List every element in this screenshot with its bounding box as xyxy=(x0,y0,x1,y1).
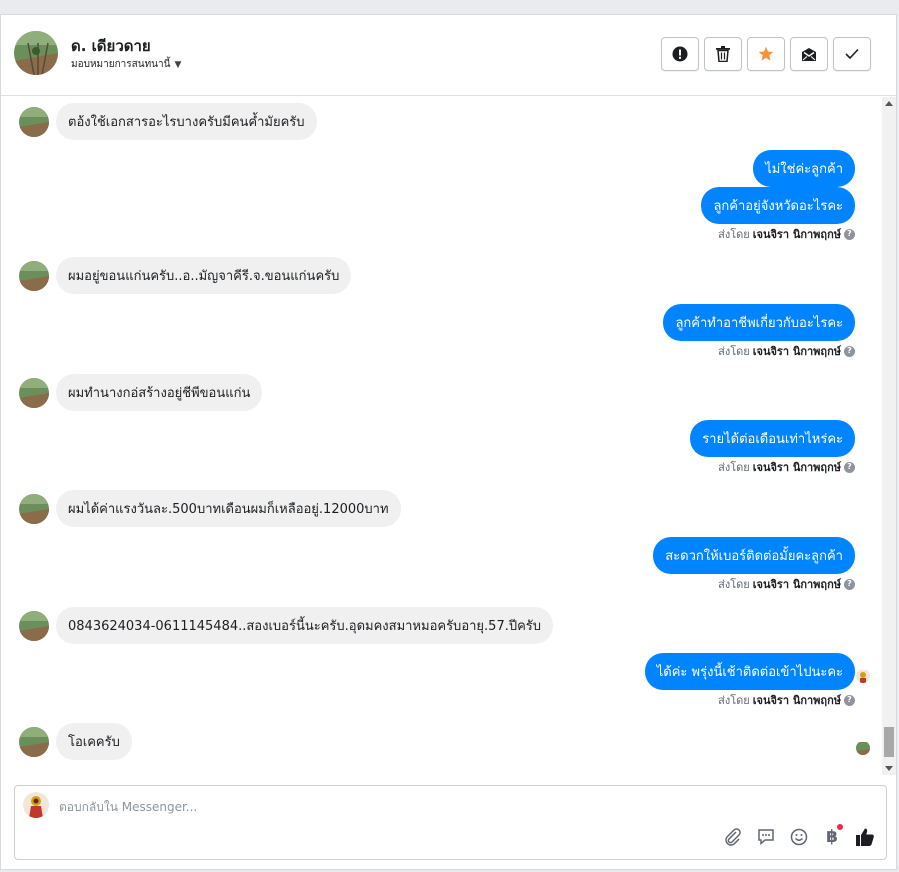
star-icon xyxy=(758,46,774,61)
sent-by-prefix: ส่งโดย xyxy=(718,694,750,707)
saved-reply-icon[interactable] xyxy=(755,826,777,848)
baht-symbol: ฿ xyxy=(826,827,838,847)
sender-name: เจนจิรา นิกาพฤกษ์ xyxy=(752,228,841,241)
contact-avatar[interactable] xyxy=(14,31,58,75)
notification-dot xyxy=(837,824,843,830)
star-button[interactable] xyxy=(747,37,785,71)
trash-icon xyxy=(716,46,730,62)
contact-avatar-small[interactable] xyxy=(19,610,49,641)
reply-composer: ฿ xyxy=(14,785,887,860)
message-bubble-sent[interactable]: ลูกค้าอยู่จังหวัดอะไรคะ xyxy=(701,187,855,224)
incoming-message: ตอ้งใช้เอกสารอะไรบางครับมีคนค้ำมัยครับ xyxy=(19,103,317,140)
conversation-header: ด. เดียวดาย มอบหมายการสนทนานี้ ▼ xyxy=(1,15,896,96)
help-icon[interactable]: ? xyxy=(844,461,855,473)
message-thread[interactable]: ตอ้งใช้เอกสารอะไรบางครับมีคนค้ำมัยครับ ไ… xyxy=(1,97,882,783)
exclamation-icon xyxy=(672,46,688,62)
help-icon[interactable]: ? xyxy=(844,578,855,590)
sender-name: เจนจิรา นิกาพฤกษ์ xyxy=(752,345,841,358)
envelope-icon xyxy=(802,47,816,61)
message-bubble-sent[interactable]: สะดวกให้เบอร์ติดต่อมั้ยคะลูกค้า xyxy=(653,537,855,574)
scrollbar-thumb[interactable] xyxy=(884,727,894,757)
contact-name[interactable]: ด. เดียวดาย xyxy=(71,34,151,58)
message-bubble[interactable]: ผมทำนางกอ่สร้างอยู่ชีพีขอนแก่น xyxy=(56,374,263,411)
mark-unread-button[interactable] xyxy=(790,37,828,71)
incoming-message: โอเคครับ xyxy=(19,723,132,760)
mark-done-button[interactable] xyxy=(833,37,871,71)
sent-by-prefix: ส่งโดย xyxy=(718,578,750,591)
reply-input[interactable] xyxy=(59,800,759,814)
message-bubble-sent[interactable]: รายได้ต่อเดือนเท่าไหร่คะ xyxy=(690,420,855,457)
message-bubble[interactable]: 0843624034-0611145484..สองเบอร์นี้นะครับ… xyxy=(56,607,554,644)
incoming-message: ผมอยู่ขอนแก่นครับ..อ..มัญจาคีรี.จ.ขอนแก่… xyxy=(19,257,352,294)
scroll-down-arrow-icon[interactable] xyxy=(885,766,893,771)
messenger-inbox: ด. เดียวดาย มอบหมายการสนทนานี้ ▼ ตอ้งใช้… xyxy=(0,14,897,870)
thumbs-up-icon[interactable] xyxy=(854,826,876,848)
sent-by-prefix: ส่งโดย xyxy=(718,461,750,474)
sender-name: เจนจิรา นิกาพฤกษ์ xyxy=(752,461,841,474)
delete-button[interactable] xyxy=(704,37,742,71)
message-bubble[interactable]: โอเคครับ xyxy=(56,723,132,760)
emoji-icon[interactable] xyxy=(788,826,810,848)
seen-by-contact-avatar xyxy=(856,741,870,755)
message-bubble-sent[interactable]: ลูกค้าทำอาชีพเกี่ยวกับอะไรคะ xyxy=(663,304,855,341)
sent-by-prefix: ส่งโดย xyxy=(718,345,750,358)
sent-by-label: ส่งโดย เจนจิรา นิกาพฤกษ์ ? xyxy=(718,691,855,709)
incoming-message: ผมได้ค่าแรงวันละ.500บาทเดือนผมก็เหลืออยู… xyxy=(19,490,401,527)
message-bubble-sent[interactable]: ไม่ใช่ค่ะลูกค้า xyxy=(753,150,855,187)
help-icon[interactable]: ? xyxy=(844,694,855,706)
sender-name: เจนจิรา นิกาพฤกษ์ xyxy=(752,578,841,591)
sent-by-label: ส่งโดย เจนจิรา นิกาพฤกษ์ ? xyxy=(718,225,855,243)
message-bubble[interactable]: ตอ้งใช้เอกสารอะไรบางครับมีคนค้ำมัยครับ xyxy=(56,103,317,140)
agent-avatar xyxy=(23,792,49,818)
incoming-message: ผมทำนางกอ่สร้างอยู่ชีพีขอนแก่น xyxy=(19,374,263,411)
message-bubble[interactable]: ผมได้ค่าแรงวันละ.500บาทเดือนผมก็เหลืออยู… xyxy=(56,490,401,527)
scroll-up-arrow-icon[interactable] xyxy=(885,101,893,106)
assign-conversation-dropdown[interactable]: มอบหมายการสนทนานี้ ▼ xyxy=(71,57,181,72)
assign-label: มอบหมายการสนทนานี้ xyxy=(71,59,171,70)
sent-by-label: ส่งโดย เจนจิรา นิกาพฤกษ์ ? xyxy=(718,575,855,593)
checkmark-icon xyxy=(845,48,859,60)
incoming-message: 0843624034-0611145484..สองเบอร์นี้นะครับ… xyxy=(19,607,554,644)
contact-avatar-small[interactable] xyxy=(19,106,49,137)
caret-down-icon: ▼ xyxy=(174,59,182,70)
paperclip-icon[interactable] xyxy=(722,826,744,848)
composer-toolbar: ฿ xyxy=(722,824,876,848)
contact-avatar-small[interactable] xyxy=(19,493,49,524)
sent-by-prefix: ส่งโดย xyxy=(718,228,750,241)
thread-scrollbar[interactable] xyxy=(882,97,896,775)
mark-spam-button[interactable] xyxy=(661,37,699,71)
baht-payment-icon[interactable]: ฿ xyxy=(821,824,843,848)
header-actions xyxy=(661,37,871,71)
seen-by-agent-avatar xyxy=(856,669,870,683)
sent-by-label: ส่งโดย เจนจิรา นิกาพฤกษ์ ? xyxy=(718,458,855,476)
contact-avatar-small[interactable] xyxy=(19,260,49,291)
contact-avatar-small[interactable] xyxy=(19,726,49,757)
sent-by-label: ส่งโดย เจนจิรา นิกาพฤกษ์ ? xyxy=(718,342,855,360)
contact-avatar-small[interactable] xyxy=(19,377,49,408)
help-icon[interactable]: ? xyxy=(844,228,855,240)
sender-name: เจนจิรา นิกาพฤกษ์ xyxy=(752,694,841,707)
help-icon[interactable]: ? xyxy=(844,345,855,357)
message-bubble[interactable]: ผมอยู่ขอนแก่นครับ..อ..มัญจาคีรี.จ.ขอนแก่… xyxy=(56,257,352,294)
message-bubble-sent[interactable]: ได้ค่ะ พรุ่งนี้เช้าติดต่อเข้าไปนะคะ xyxy=(644,653,855,690)
